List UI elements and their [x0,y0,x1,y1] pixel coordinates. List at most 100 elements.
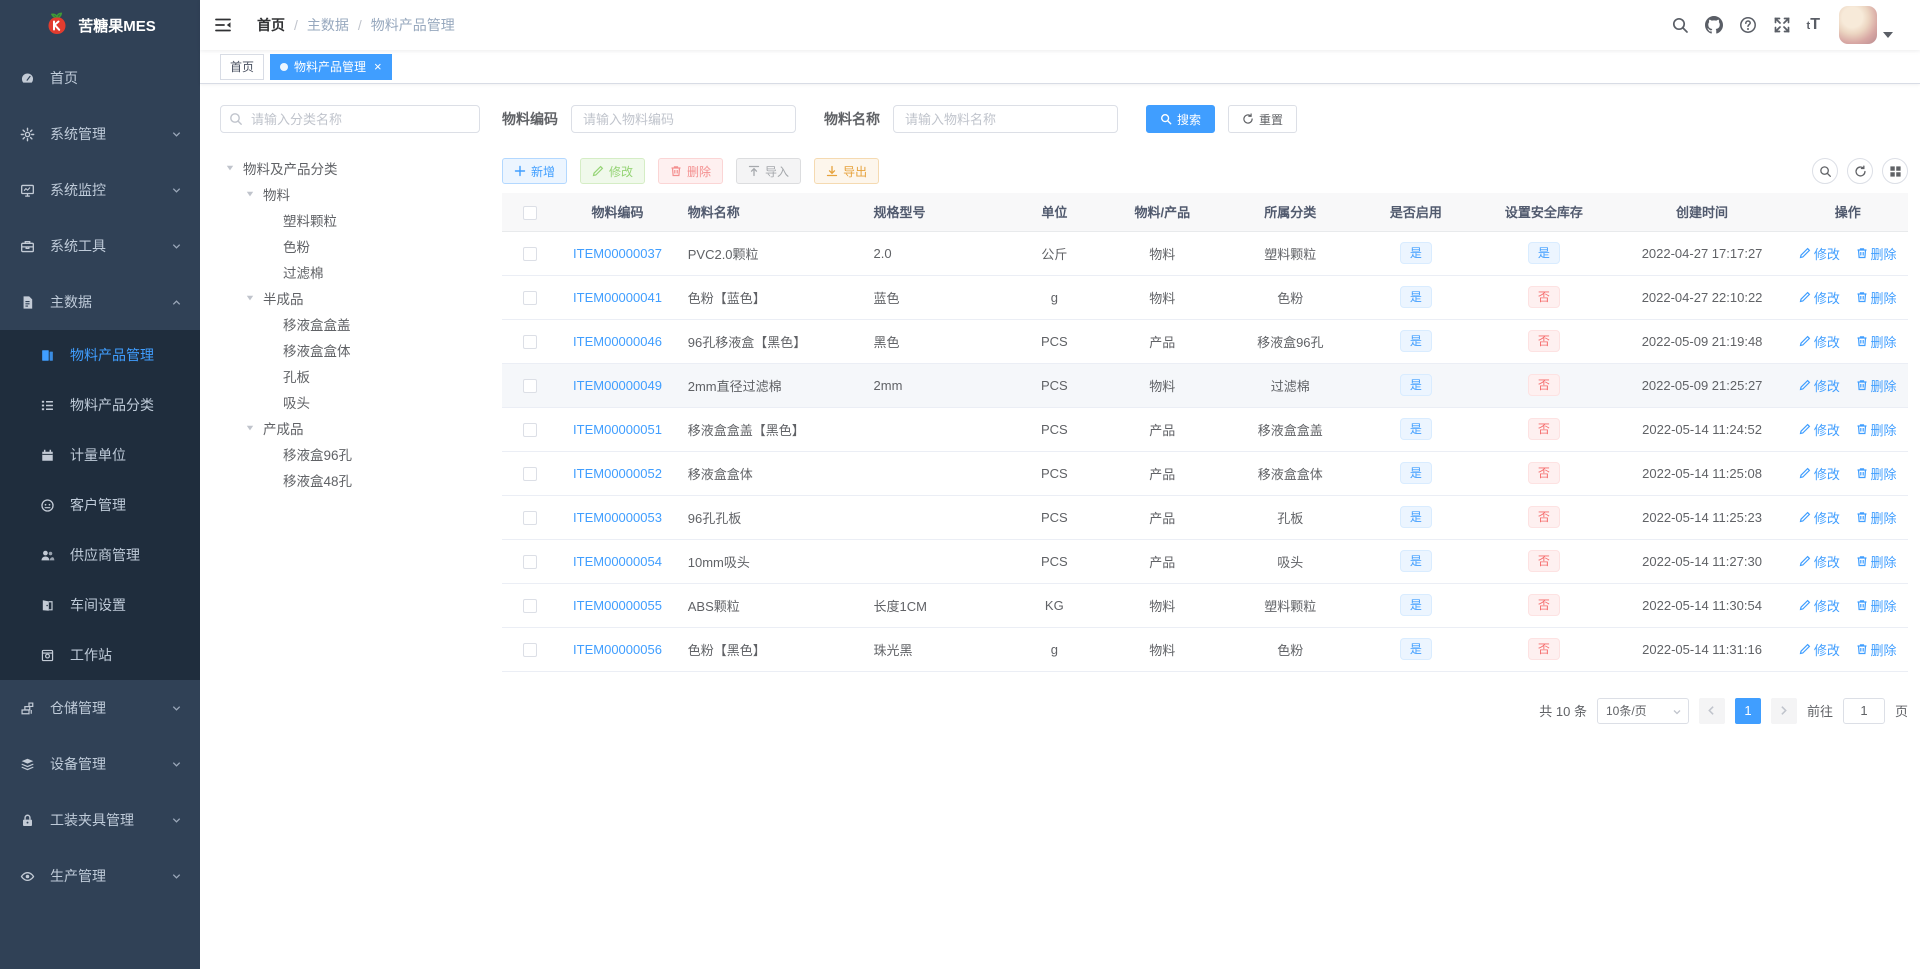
row-checkbox[interactable] [522,510,537,525]
table-row-0[interactable]: ITEM00000037 PVC2.0颗粒 2.0 公斤 物料 塑料颗粒 是 是… [502,231,1908,276]
sidebar-item-6[interactable]: 设备管理 [0,736,200,792]
row-checkbox[interactable] [522,422,537,437]
github-icon[interactable] [1705,16,1724,35]
font-size-icon[interactable]: tT [1807,16,1820,34]
table-row-2[interactable]: ITEM00000046 96孔移液盒【黑色】 黑色 PCS 产品 移液盒96孔… [502,319,1908,364]
tree-node-8[interactable]: 孔板 [220,363,480,389]
refresh-button[interactable] [1847,158,1873,184]
sidebar-subitem-0[interactable]: 物料产品管理 [0,330,200,380]
row-checkbox[interactable] [522,334,537,349]
breadcrumb-item-2[interactable]: 物料产品管理 [371,15,455,35]
table-row-6[interactable]: ITEM00000053 96孔孔板 PCS 产品 孔板 是 否 2022-05… [502,495,1908,540]
show-search-button[interactable] [1812,158,1838,184]
table-row-7[interactable]: ITEM00000054 10mm吸头 PCS 产品 吸头 是 否 2022-0… [502,539,1908,584]
sidebar-subitem-6[interactable]: 工作站 [0,630,200,680]
row-checkbox[interactable] [522,466,537,481]
row-delete-link[interactable]: 删除 [1856,508,1897,527]
caret-down-icon[interactable] [245,423,263,433]
app-logo[interactable]: 苦糖果MES [0,0,200,50]
material-code-link[interactable]: ITEM00000052 [573,466,662,481]
sidebar-subitem-3[interactable]: 客户管理 [0,480,200,530]
tree-node-5[interactable]: 半成品 [220,285,480,311]
row-delete-link[interactable]: 删除 [1856,420,1897,439]
tree-node-3[interactable]: 色粉 [220,233,480,259]
row-delete-link[interactable]: 删除 [1856,464,1897,483]
row-edit-link[interactable]: 修改 [1799,420,1840,439]
breadcrumb-item-0[interactable]: 首页 [257,15,285,35]
sidebar-item-4[interactable]: 主数据 [0,274,200,330]
sidebar-fold-icon[interactable] [213,15,233,35]
tree-node-7[interactable]: 移液盒盒体 [220,337,480,363]
row-checkbox[interactable] [522,598,537,613]
table-row-3[interactable]: ITEM00000049 2mm直径过滤棉 2mm PCS 物料 过滤棉 是 否… [502,363,1908,408]
name-input[interactable] [893,105,1118,133]
row-checkbox[interactable] [522,642,537,657]
search-button[interactable]: 搜索 [1146,105,1216,133]
tab-1[interactable]: 物料产品管理 × [270,53,392,80]
close-icon[interactable]: × [374,60,382,73]
material-code-link[interactable]: ITEM00000055 [573,598,662,613]
row-checkbox[interactable] [522,378,537,393]
material-code-link[interactable]: ITEM00000053 [573,510,662,525]
material-code-link[interactable]: ITEM00000037 [573,246,662,261]
row-delete-link[interactable]: 删除 [1856,376,1897,395]
sidebar-item-0[interactable]: 首页 [0,50,200,106]
table-row-4[interactable]: ITEM00000051 移液盒盒盖【黑色】 PCS 产品 移液盒盒盖 是 否 … [502,407,1908,452]
table-row-9[interactable]: ITEM00000056 色粉【黑色】 珠光黑 g 物料 色粉 是 否 2022… [502,627,1908,672]
row-checkbox[interactable] [522,554,537,569]
material-code-link[interactable]: ITEM00000056 [573,642,662,657]
sidebar-item-7[interactable]: 工装夹具管理 [0,792,200,848]
row-edit-link[interactable]: 修改 [1799,640,1840,659]
table-row-1[interactable]: ITEM00000041 色粉【蓝色】 蓝色 g 物料 色粉 是 否 2022-… [502,275,1908,320]
code-input[interactable] [571,105,796,133]
material-code-link[interactable]: ITEM00000041 [573,290,662,305]
row-checkbox[interactable] [522,290,537,305]
row-edit-link[interactable]: 修改 [1799,288,1840,307]
row-edit-link[interactable]: 修改 [1799,376,1840,395]
category-search-input[interactable] [220,105,480,133]
tree-node-10[interactable]: 产成品 [220,415,480,441]
sidebar-item-2[interactable]: 系统监控 [0,162,200,218]
page-size-select[interactable]: 10条/页 [1596,697,1689,724]
row-delete-link[interactable]: 删除 [1856,596,1897,615]
caret-down-icon[interactable] [225,163,243,173]
material-code-link[interactable]: ITEM00000054 [573,554,662,569]
row-delete-link[interactable]: 删除 [1856,244,1897,263]
tree-node-9[interactable]: 吸头 [220,389,480,415]
row-edit-link[interactable]: 修改 [1799,244,1840,263]
tree-node-11[interactable]: 移液盒96孔 [220,441,480,467]
row-edit-link[interactable]: 修改 [1799,332,1840,351]
caret-down-icon[interactable] [245,293,263,303]
search-icon[interactable] [1671,16,1690,35]
import-button[interactable]: 导入 [736,158,802,184]
row-delete-link[interactable]: 删除 [1856,552,1897,571]
tree-node-0[interactable]: 物料及产品分类 [220,155,480,181]
tree-node-1[interactable]: 物料 [220,181,480,207]
row-delete-link[interactable]: 删除 [1856,332,1897,351]
row-edit-link[interactable]: 修改 [1799,508,1840,527]
row-checkbox[interactable] [522,246,537,261]
user-menu[interactable] [1839,6,1893,44]
prev-page-button[interactable] [1698,697,1725,724]
reset-button[interactable]: 重置 [1228,105,1298,133]
row-delete-link[interactable]: 删除 [1856,288,1897,307]
row-edit-link[interactable]: 修改 [1799,596,1840,615]
row-edit-link[interactable]: 修改 [1799,552,1840,571]
add-button[interactable]: 新增 [502,158,568,184]
tree-node-12[interactable]: 移液盒48孔 [220,467,480,493]
page-number-1[interactable]: 1 [1734,697,1761,724]
avatar[interactable] [1839,6,1877,44]
material-code-link[interactable]: ITEM00000051 [573,422,662,437]
tree-node-4[interactable]: 过滤棉 [220,259,480,285]
tree-node-6[interactable]: 移液盒盒盖 [220,311,480,337]
delete-button[interactable]: 删除 [658,158,724,184]
sidebar-item-8[interactable]: 生产管理 [0,848,200,904]
sidebar-subitem-1[interactable]: 物料产品分类 [0,380,200,430]
row-delete-link[interactable]: 删除 [1856,640,1897,659]
tab-0[interactable]: 首页 [220,53,265,80]
tree-node-2[interactable]: 塑料颗粒 [220,207,480,233]
sidebar-subitem-4[interactable]: 供应商管理 [0,530,200,580]
help-icon[interactable] [1739,16,1758,35]
select-all-checkbox[interactable] [522,205,537,220]
next-page-button[interactable] [1770,697,1797,724]
